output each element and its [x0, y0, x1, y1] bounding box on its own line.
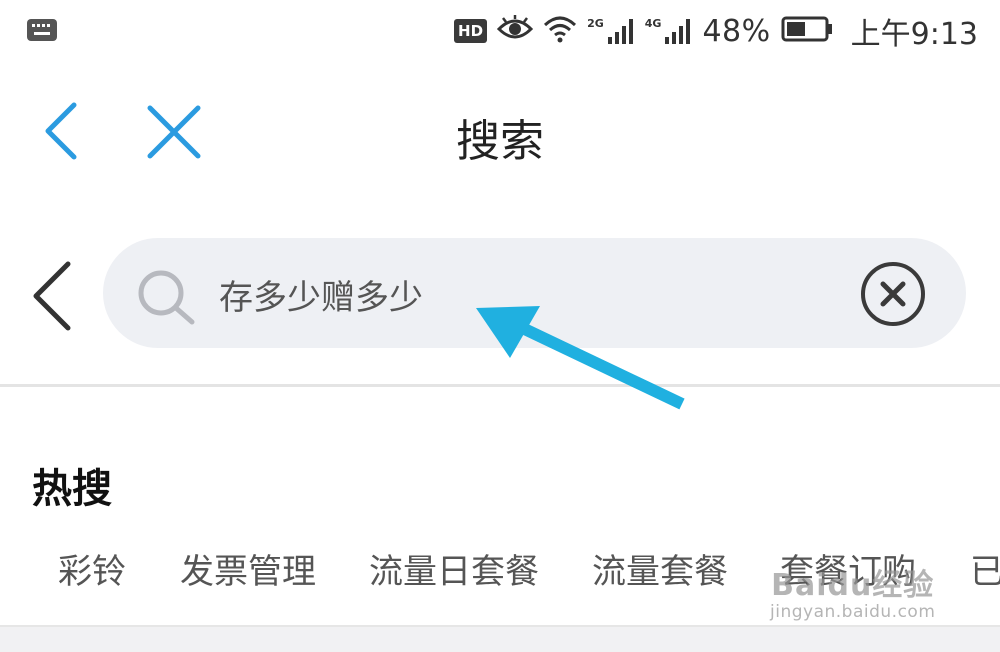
nav-bar: 搜索 [0, 85, 1000, 185]
back-chevron-icon[interactable] [30, 260, 74, 336]
status-indicators: HD 2G 4G 48% 上午9:13 [454, 8, 978, 54]
keyboard-icon [26, 18, 58, 46]
page-title: 搜索 [456, 116, 544, 167]
signal-icon: 4G [645, 17, 693, 45]
network-4g-label: 4G [644, 17, 662, 30]
hot-search-heading: 热搜 [32, 466, 112, 512]
wifi-icon [543, 15, 577, 47]
hot-tag[interactable]: 流量套餐 [592, 544, 728, 593]
watermark-brand: Baidu经验 [771, 568, 935, 603]
battery-icon [781, 16, 833, 46]
eye-icon [496, 15, 534, 47]
battery-percent: 48% [702, 13, 771, 49]
annotation-arrow [470, 300, 700, 424]
hd-badge: HD [454, 19, 488, 43]
hot-tag[interactable]: 彩铃 [58, 544, 126, 593]
search-icon [135, 269, 197, 329]
hot-tag[interactable]: 流量日套餐 [369, 544, 539, 593]
clock-time: 上午9:13 [850, 17, 978, 52]
bottom-panel [0, 625, 1000, 652]
hot-tag[interactable]: 已 [970, 544, 1000, 593]
clear-circle-icon[interactable] [859, 260, 927, 332]
status-bar: HD 2G 4G 48% 上午9:13 [0, 0, 1000, 62]
network-2g-label: 2G [587, 17, 604, 30]
signal-icon: 2G [587, 17, 635, 45]
watermark-url: jingyan.baidu.com [770, 602, 936, 622]
watermark: Baidu经验 jingyan.baidu.com [770, 560, 935, 622]
hot-tag[interactable]: 发票管理 [180, 544, 316, 593]
